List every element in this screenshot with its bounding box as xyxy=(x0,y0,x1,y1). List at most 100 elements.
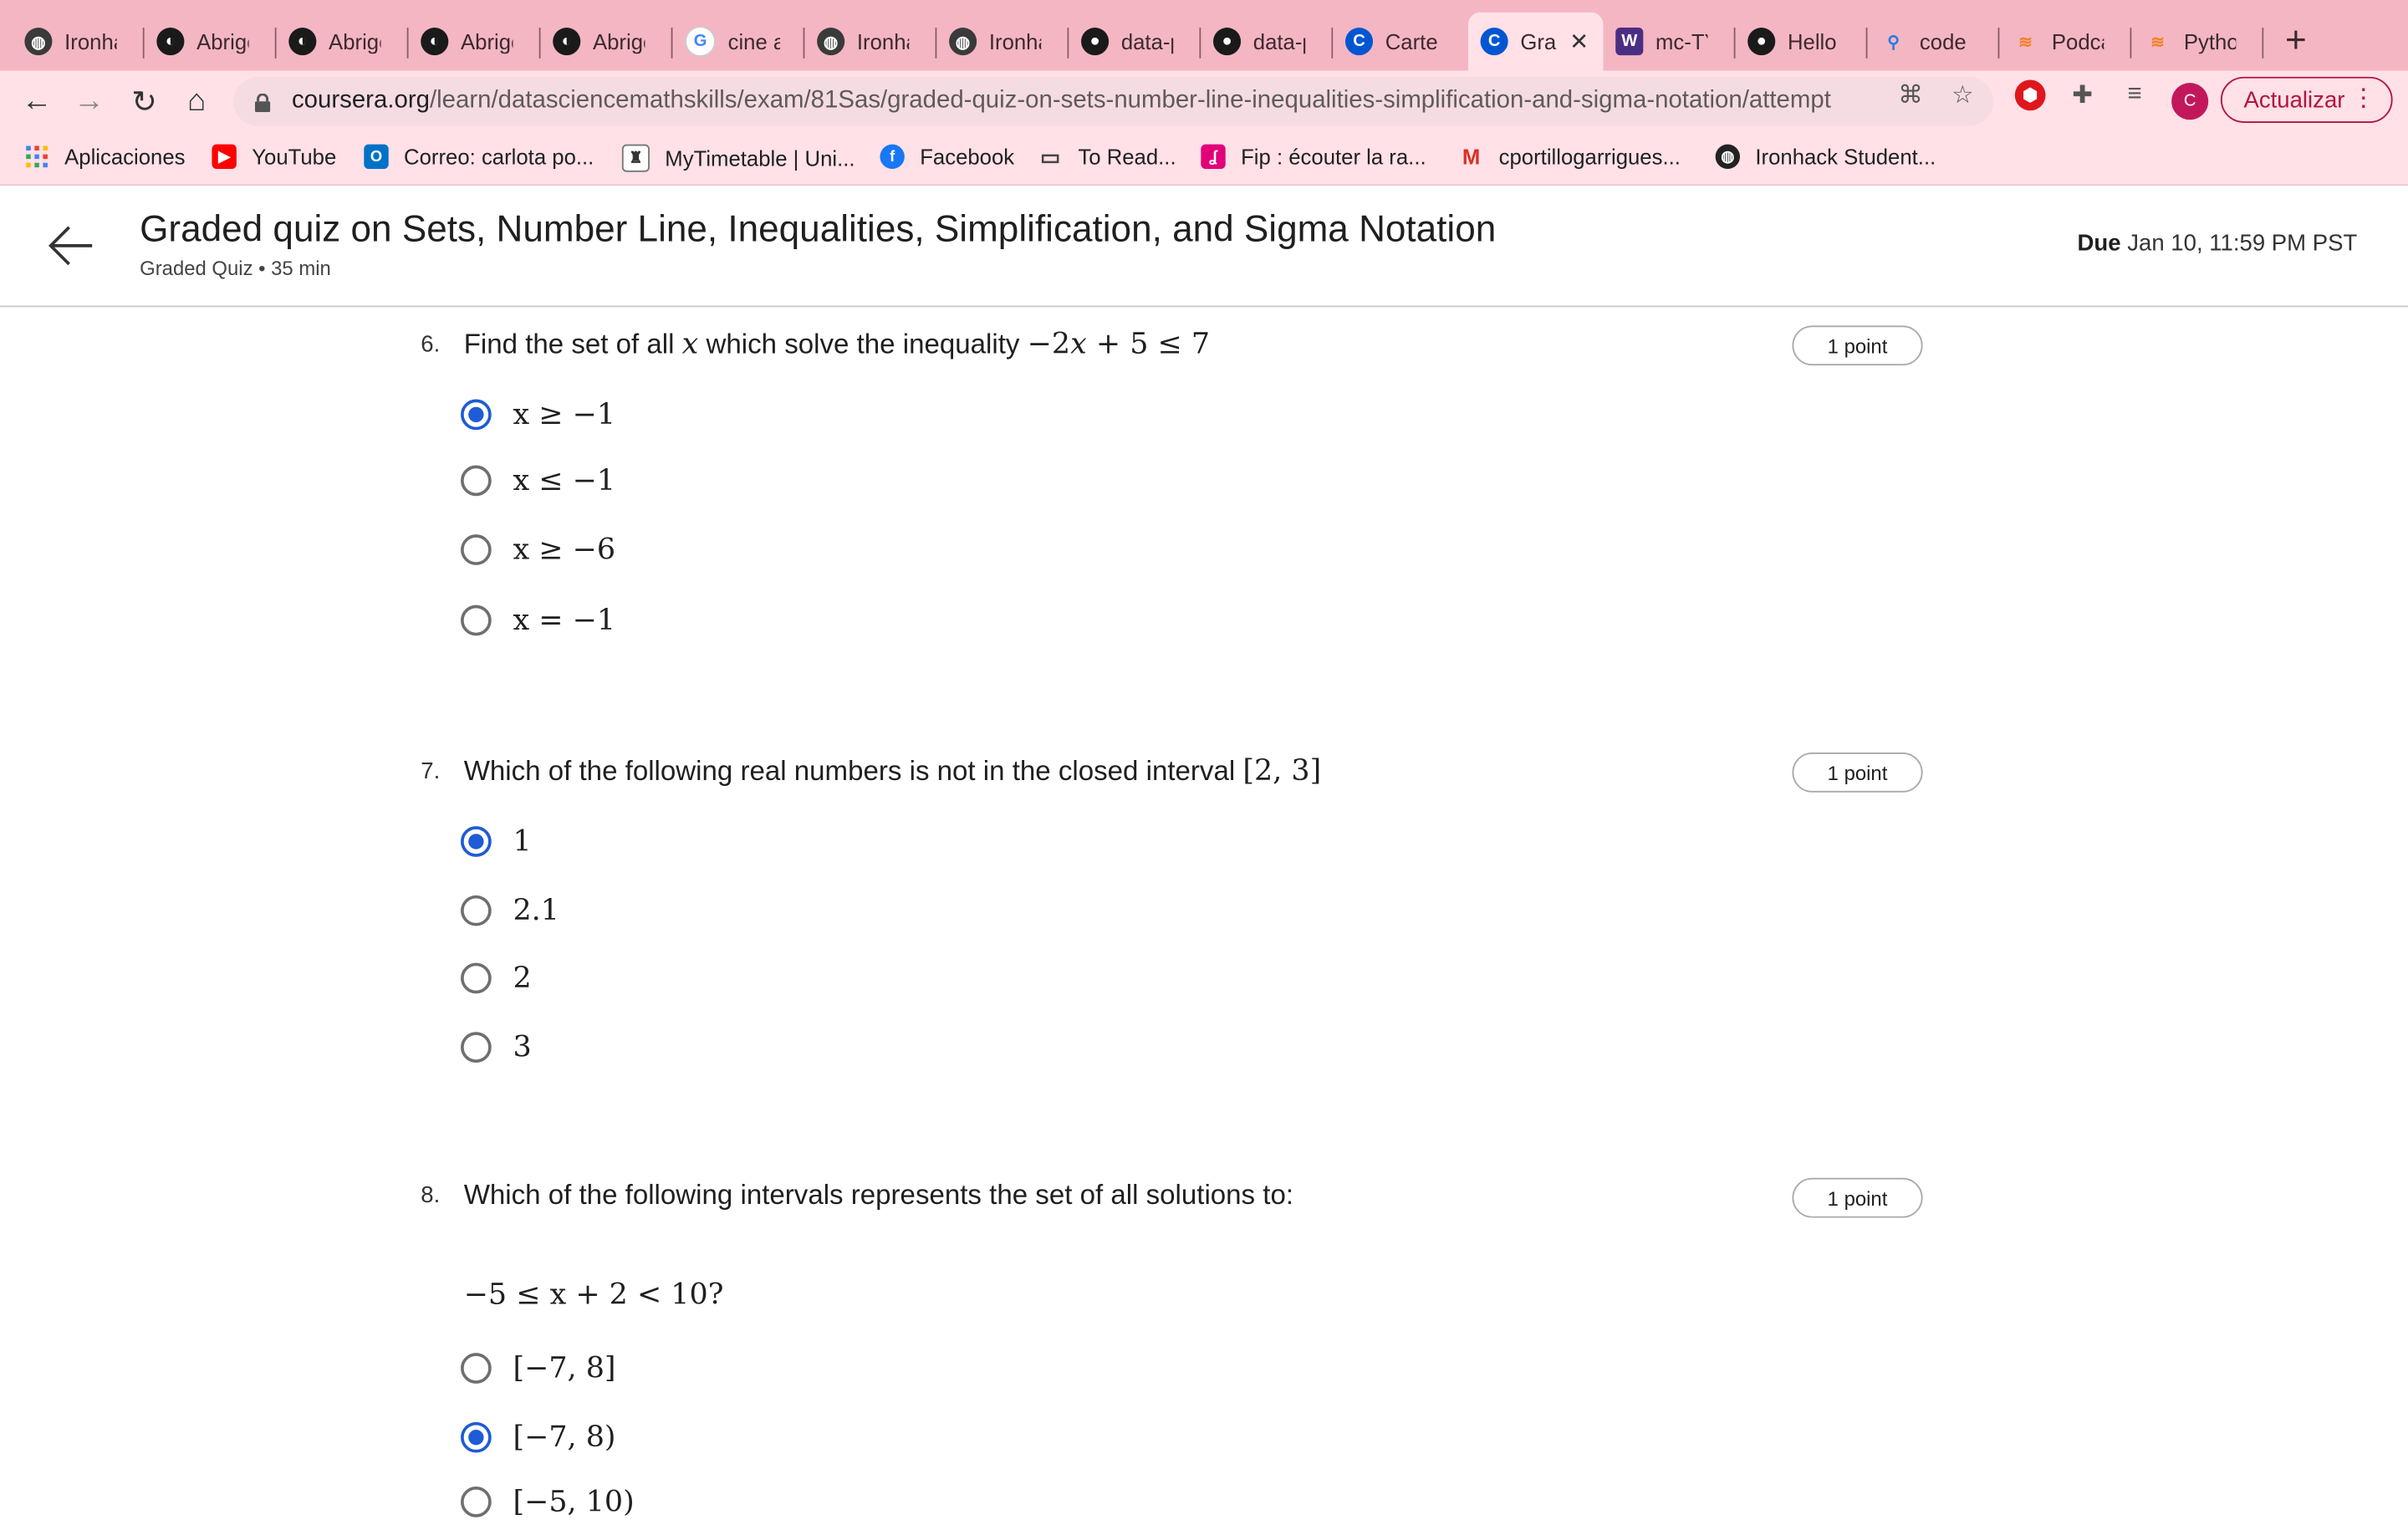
fip-icon: ʆ xyxy=(1201,144,1226,170)
browser-tab[interactable]: ◍ Ironhac xyxy=(13,13,145,71)
bookmark-item[interactable]: Aplicaciones xyxy=(24,145,186,169)
back-arrow-icon[interactable] xyxy=(46,222,95,268)
globe-icon: ◍ xyxy=(949,28,977,56)
facebook-icon: f xyxy=(880,144,905,170)
youtube-icon: ▶ xyxy=(212,144,237,170)
outlook-icon: O xyxy=(364,144,389,170)
radio-selected[interactable] xyxy=(461,826,492,857)
browser-tab[interactable]: ◍ Ironhac xyxy=(804,13,937,71)
browser-tab[interactable]: ◐ Abrigo xyxy=(145,13,277,71)
answer-option[interactable]: 2 xyxy=(461,960,532,997)
stack-icon: ≋ xyxy=(2018,33,2033,52)
browser-tab[interactable]: ● Hello V xyxy=(1736,13,1868,71)
browser-tab[interactable]: ≋ Python xyxy=(2131,13,2264,71)
vinted-icon: ◐ xyxy=(421,28,449,56)
back-icon[interactable]: ← xyxy=(15,80,58,123)
profile-avatar[interactable]: C xyxy=(2171,83,2209,120)
question-text: Which of the following intervals represe… xyxy=(463,1179,1294,1211)
radio-unselected[interactable] xyxy=(461,962,492,994)
radio-unselected[interactable] xyxy=(461,895,492,926)
answer-option[interactable]: x ≥ −1 xyxy=(461,396,615,433)
bookmark-star-icon[interactable]: ☆ xyxy=(1947,80,1978,111)
apps-grid-icon xyxy=(24,145,48,169)
browser-tab[interactable]: W mc-TY xyxy=(1604,13,1736,71)
bookmark-item[interactable]: M cportillogarrigues... xyxy=(1459,145,1681,169)
radio-unselected[interactable] xyxy=(461,604,492,636)
browser-tab[interactable]: ● data-p xyxy=(1201,13,1334,71)
radio-selected[interactable] xyxy=(461,399,492,431)
radio-unselected[interactable] xyxy=(461,465,492,497)
adblock-icon[interactable]: ⬢ xyxy=(2014,79,2046,111)
quiz-header: Graded quiz on Sets, Number Line, Inequa… xyxy=(0,186,2408,308)
bookmark-item[interactable]: ʆ Fip : écouter la ra... xyxy=(1201,144,1426,170)
bookmark-item[interactable]: f Facebook xyxy=(880,144,1014,170)
answer-option[interactable]: x = −1 xyxy=(461,602,615,639)
question-number: 6. xyxy=(421,331,441,358)
browser-toolbar: ← → ↻ ⌂ coursera.org/learn/datasciencema… xyxy=(0,70,2408,132)
answer-option[interactable]: 3 xyxy=(461,1029,532,1066)
folder-icon: ▭ xyxy=(1040,143,1061,169)
question-text: Find the set of all x which solve the in… xyxy=(463,327,1211,361)
question-number: 8. xyxy=(421,1182,441,1209)
browser-tab[interactable]: ◐ Abrigo xyxy=(541,13,673,71)
reload-icon[interactable]: ↻ xyxy=(123,80,166,123)
browser-tab[interactable]: ◐ Abrigo xyxy=(277,13,409,71)
radio-selected[interactable] xyxy=(461,1421,492,1453)
answer-option[interactable]: [−7, 8] xyxy=(461,1349,616,1386)
github-icon: ● xyxy=(1081,28,1110,56)
github-icon: ● xyxy=(1747,28,1776,56)
browser-tab[interactable]: ≋ Podcas xyxy=(1999,13,2132,71)
due-date: Due Jan 10, 11:59 PM PST xyxy=(2077,230,2358,257)
answer-option[interactable]: [−5, 10) xyxy=(461,1483,635,1520)
answer-option[interactable]: 1 xyxy=(461,823,532,859)
more-menu-icon[interactable]: ⋮ xyxy=(2351,83,2375,114)
answer-option[interactable]: x ≤ −1 xyxy=(461,462,615,499)
question-number: 7. xyxy=(421,758,441,785)
media-queue-icon[interactable]: ≡ xyxy=(2120,80,2150,111)
radio-unselected[interactable] xyxy=(461,1353,492,1384)
answer-option[interactable]: [−7, 8) xyxy=(461,1419,616,1456)
radio-unselected[interactable] xyxy=(461,534,492,565)
answer-option[interactable]: 2.1 xyxy=(461,892,559,929)
close-tab-icon[interactable]: ✕ xyxy=(1569,28,1589,55)
bookmarks-bar: Aplicaciones ▶ YouTube O Correo: carlota… xyxy=(0,131,2408,186)
bookmark-item[interactable]: ▭ To Read... xyxy=(1038,143,1176,169)
browser-tab[interactable]: C Cartes xyxy=(1333,13,1465,71)
stack-icon: ≋ xyxy=(2150,33,2166,52)
question-expression: −5 ≤ x + 2 < 10? xyxy=(463,1278,724,1312)
page-title: Graded quiz on Sets, Number Line, Inequa… xyxy=(140,208,1497,251)
bookmark-item[interactable]: ♜ MyTimetable | Uni... xyxy=(621,144,855,172)
update-button[interactable]: Actualizar ⋮ xyxy=(2220,76,2393,123)
bookmark-item[interactable]: ◍ Ironhack Student... xyxy=(1715,144,1936,170)
home-icon[interactable]: ⌂ xyxy=(175,80,217,123)
globe-icon: ◍ xyxy=(1715,144,1741,170)
url-text: coursera.org/learn/datasciencemathskills… xyxy=(291,87,1831,114)
forward-icon[interactable]: → xyxy=(68,80,110,123)
radio-unselected[interactable] xyxy=(461,1032,492,1063)
bookmark-item[interactable]: O Correo: carlota po... xyxy=(364,144,594,170)
new-tab-plus-icon[interactable]: + xyxy=(2285,18,2307,64)
browser-tab[interactable]: ◍ Ironhac xyxy=(936,13,1069,71)
browser-tab[interactable]: ◐ Abrigo xyxy=(409,13,541,71)
globe-icon: ◍ xyxy=(24,28,53,56)
radio-unselected[interactable] xyxy=(461,1486,492,1517)
google-icon: G xyxy=(685,26,716,57)
browser-tab[interactable]: G cine ab xyxy=(672,13,805,71)
bookmark-item[interactable]: ▶ YouTube xyxy=(212,144,336,170)
coursera-icon: C xyxy=(1480,28,1508,56)
github-icon: ● xyxy=(1213,28,1242,56)
browser-tab[interactable]: ● data-p xyxy=(1069,13,1201,71)
gmail-icon: M xyxy=(1462,144,1481,170)
shield-icon: W xyxy=(1615,28,1644,56)
extensions-puzzle-icon[interactable]: ✚ xyxy=(2067,80,2098,111)
browser-tab-active[interactable]: C Gra ✕ xyxy=(1467,12,1604,71)
points-badge: 1 point xyxy=(1792,325,1923,366)
vinted-icon: ◐ xyxy=(553,28,581,56)
answer-option[interactable]: x ≥ −6 xyxy=(461,532,615,569)
vinted-icon: ◐ xyxy=(156,28,185,56)
pin-icon: ⚲ xyxy=(1887,33,1900,52)
page-subtitle: Graded Quiz • 35 min xyxy=(140,256,331,280)
browser-tab[interactable]: ⚲ code g xyxy=(1867,13,2000,71)
translate-icon[interactable]: ⌘ xyxy=(1895,80,1926,111)
address-bar[interactable]: coursera.org/learn/datasciencemathskills… xyxy=(233,76,1994,126)
